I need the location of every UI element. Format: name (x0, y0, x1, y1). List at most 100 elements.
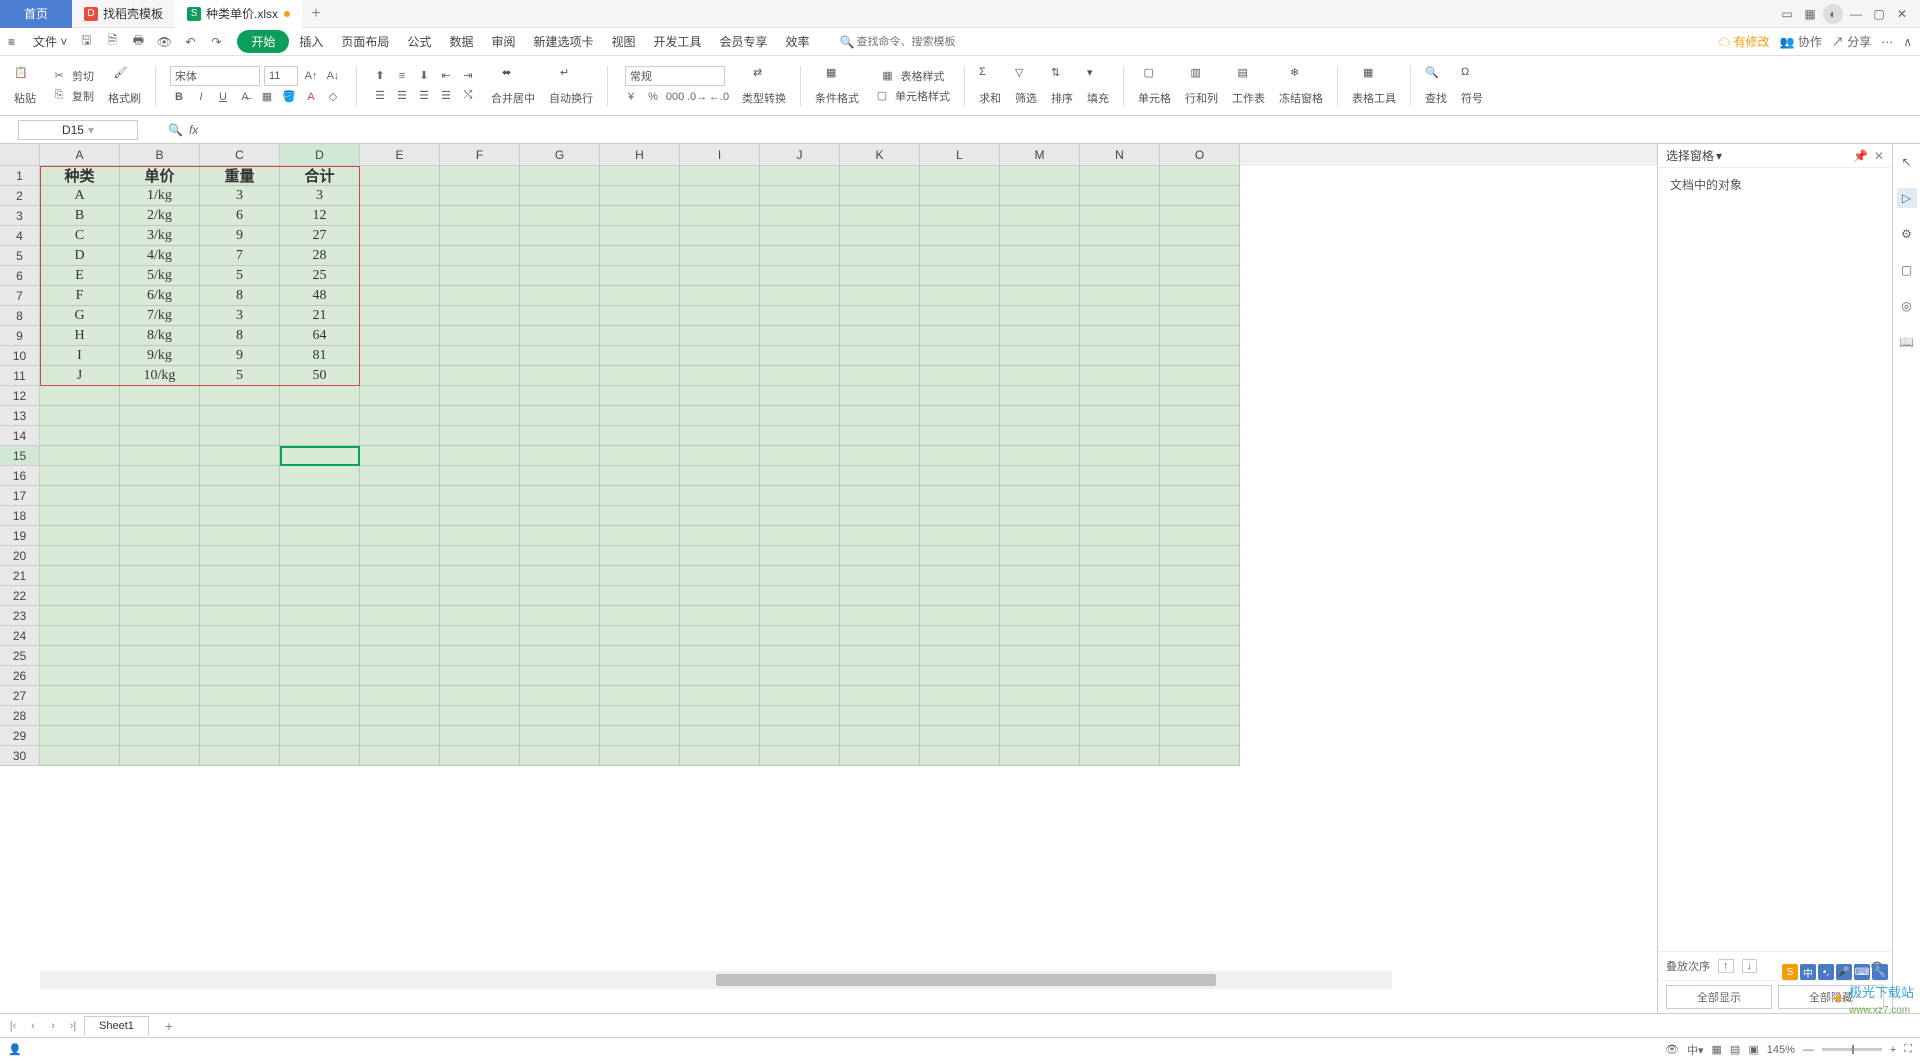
cell[interactable] (680, 546, 760, 566)
cell[interactable] (760, 626, 840, 646)
cell[interactable] (760, 606, 840, 626)
cell[interactable] (200, 706, 280, 726)
cell[interactable] (760, 526, 840, 546)
cell[interactable] (360, 186, 440, 206)
cell[interactable] (920, 246, 1000, 266)
menu-vip[interactable]: 会员专享 (712, 30, 776, 53)
cell[interactable]: B (40, 206, 120, 226)
cell[interactable] (360, 346, 440, 366)
col-header[interactable]: C (200, 144, 280, 166)
menu-formula[interactable]: 公式 (399, 30, 439, 53)
cell[interactable] (200, 426, 280, 446)
cell[interactable] (840, 246, 920, 266)
cell[interactable] (760, 346, 840, 366)
font-select[interactable]: 宋体 (170, 66, 260, 86)
cell[interactable]: 6 (200, 206, 280, 226)
cell[interactable] (760, 446, 840, 466)
cell[interactable] (440, 246, 520, 266)
cell[interactable] (520, 386, 600, 406)
row-header[interactable]: 14 (0, 426, 40, 446)
row-header[interactable]: 1 (0, 166, 40, 186)
cell[interactable] (840, 666, 920, 686)
cell[interactable] (440, 566, 520, 586)
cell[interactable] (1160, 726, 1240, 746)
cell[interactable] (1160, 406, 1240, 426)
search-icon[interactable]: 🔍 (840, 35, 855, 49)
cell[interactable]: 3/kg (120, 226, 200, 246)
cell[interactable] (760, 166, 840, 186)
zoom-out-icon[interactable]: — (1803, 1044, 1814, 1056)
cell[interactable] (1080, 226, 1160, 246)
cell[interactable] (40, 686, 120, 706)
cell[interactable] (360, 206, 440, 226)
cell[interactable] (600, 226, 680, 246)
cell[interactable] (600, 186, 680, 206)
row-header[interactable]: 10 (0, 346, 40, 366)
cell[interactable] (520, 626, 600, 646)
user-icon[interactable]: ◐ (1823, 4, 1843, 24)
cell[interactable] (440, 626, 520, 646)
cell[interactable] (1080, 306, 1160, 326)
cell[interactable] (200, 606, 280, 626)
cell[interactable] (520, 706, 600, 726)
cell[interactable] (680, 746, 760, 766)
cell[interactable] (680, 406, 760, 426)
cell[interactable]: E (40, 266, 120, 286)
cell[interactable] (440, 186, 520, 206)
cell[interactable] (440, 266, 520, 286)
cell[interactable]: 50 (280, 366, 360, 386)
cell[interactable] (520, 506, 600, 526)
ime-logo-icon[interactable]: S (1782, 964, 1798, 980)
cell[interactable] (440, 406, 520, 426)
bold-icon[interactable]: B (170, 88, 188, 106)
close-icon[interactable]: ✕ (1892, 4, 1912, 24)
cell[interactable] (1000, 626, 1080, 646)
cell[interactable] (760, 306, 840, 326)
ime-mic-icon[interactable]: 🎤 (1836, 964, 1852, 980)
cell[interactable] (1160, 646, 1240, 666)
underline-icon[interactable]: U (214, 88, 232, 106)
cell[interactable] (520, 746, 600, 766)
cell[interactable] (1080, 426, 1160, 446)
cell[interactable] (520, 266, 600, 286)
col-header[interactable]: M (1000, 144, 1080, 166)
copy-icon[interactable]: ⎘ (50, 87, 68, 105)
cell[interactable] (280, 606, 360, 626)
cell[interactable] (40, 426, 120, 446)
row-header[interactable]: 11 (0, 366, 40, 386)
cell[interactable]: I (40, 346, 120, 366)
cell[interactable] (120, 726, 200, 746)
cell[interactable] (1080, 186, 1160, 206)
cell[interactable] (840, 406, 920, 426)
view-page-icon[interactable]: ▤ (1730, 1043, 1740, 1056)
cell[interactable] (680, 446, 760, 466)
row-header[interactable]: 20 (0, 546, 40, 566)
cell[interactable] (920, 486, 1000, 506)
cell[interactable] (1000, 206, 1080, 226)
cell[interactable] (40, 386, 120, 406)
cell[interactable] (1000, 326, 1080, 346)
cell[interactable] (760, 586, 840, 606)
search-fx-icon[interactable]: 🔍 (168, 123, 183, 137)
preview-icon[interactable]: 👁 (155, 33, 173, 51)
wrap-button[interactable]: ↵自动换行 (545, 66, 597, 106)
cell[interactable] (1080, 626, 1160, 646)
cell[interactable] (760, 226, 840, 246)
align-just-icon[interactable]: ☰ (437, 87, 455, 105)
cell[interactable] (200, 646, 280, 666)
cell[interactable] (840, 646, 920, 666)
cell[interactable] (920, 686, 1000, 706)
cell[interactable] (680, 426, 760, 446)
cell[interactable] (760, 646, 840, 666)
dec-inc-icon[interactable]: .0→ (688, 88, 706, 106)
cell[interactable] (680, 306, 760, 326)
cell[interactable] (440, 646, 520, 666)
cell[interactable] (520, 166, 600, 186)
cell[interactable] (200, 406, 280, 426)
cell[interactable] (680, 206, 760, 226)
col-header[interactable]: D (280, 144, 360, 166)
cell[interactable] (360, 666, 440, 686)
cell[interactable] (1000, 226, 1080, 246)
cell[interactable] (440, 206, 520, 226)
cell[interactable] (600, 666, 680, 686)
